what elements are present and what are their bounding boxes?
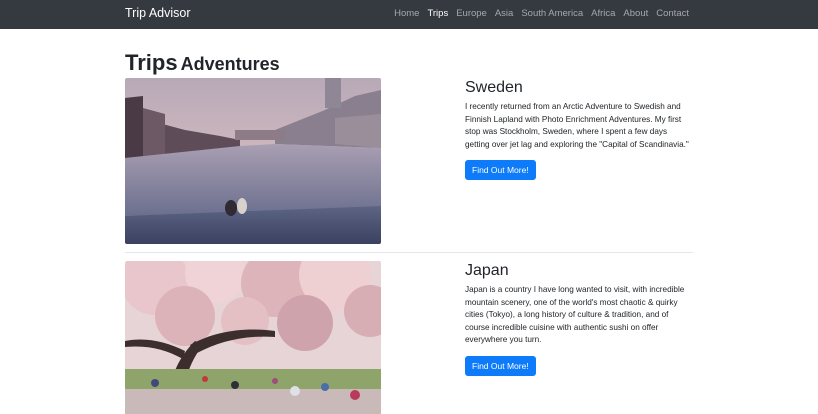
page-subtitle: Adventures (180, 54, 280, 74)
trip-article-japan: Japan Japan is a country I have long wan… (465, 261, 693, 376)
nav-item-home[interactable]: Home (394, 8, 419, 19)
brand-link[interactable]: Trip Advisor (125, 6, 191, 20)
find-out-more-button[interactable]: Find Out More! (465, 160, 536, 181)
page-title: Trips Adventures (125, 41, 280, 78)
nav-item-europe[interactable]: Europe (456, 8, 487, 19)
find-out-more-button[interactable]: Find Out More! (465, 355, 536, 376)
page-title-main: Trips (125, 50, 178, 75)
trip-article-sweden: Sweden I recently returned from an Arcti… (465, 78, 693, 181)
nav-item-trips[interactable]: Trips (427, 8, 448, 19)
sweden-photo (125, 78, 381, 244)
navbar: Trip Advisor Home Trips Europe Asia Sout… (0, 0, 818, 29)
trip-description: Japan is a country I have long wanted to… (465, 285, 685, 345)
japan-photo (125, 261, 381, 414)
nav-item-contact[interactable]: Contact (656, 8, 689, 19)
trip-title: Sweden (465, 79, 523, 96)
nav-item-asia[interactable]: Asia (495, 8, 513, 19)
nav-menu: Home Trips Europe Asia South America Afr… (394, 8, 689, 19)
divider (125, 252, 693, 253)
trip-description: I recently returned from an Arctic Adven… (465, 102, 689, 149)
nav-item-about[interactable]: About (623, 8, 648, 19)
trip-title: Japan (465, 262, 509, 279)
nav-item-south-america[interactable]: South America (521, 8, 583, 19)
nav-item-africa[interactable]: Africa (591, 8, 615, 19)
